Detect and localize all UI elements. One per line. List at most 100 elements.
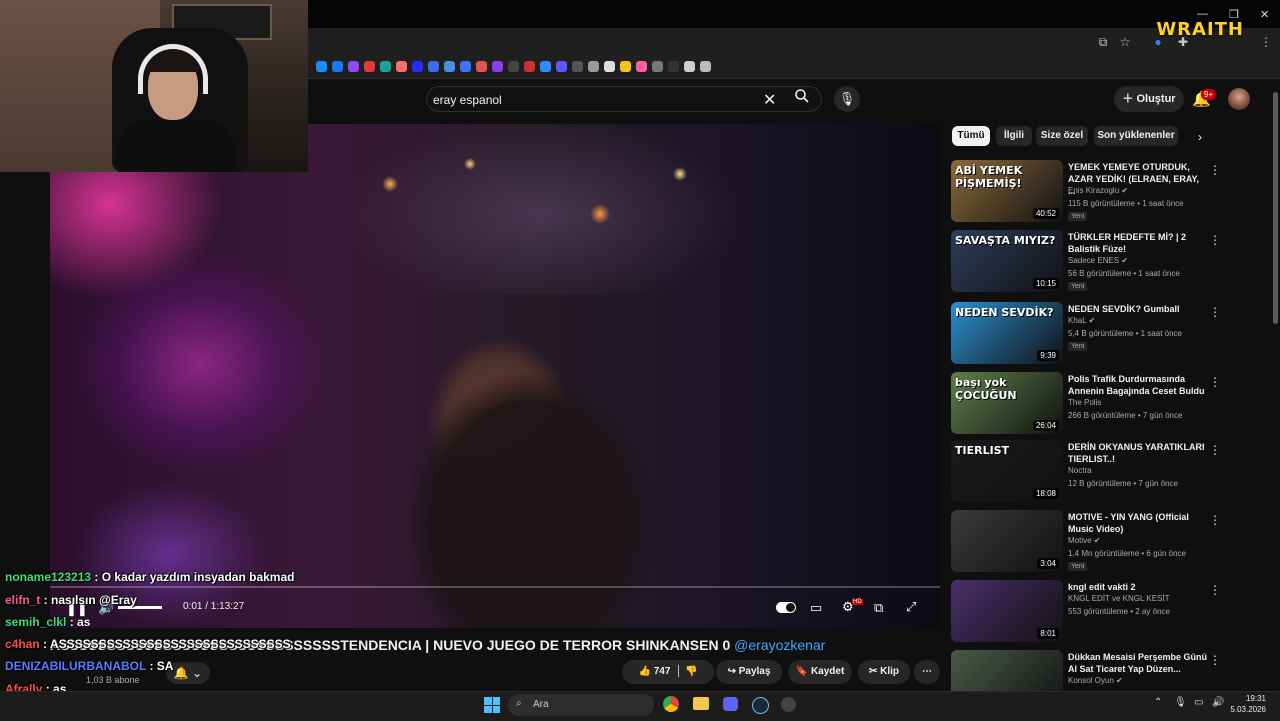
bookmark-icon[interactable]	[684, 61, 695, 72]
bookmark-icon[interactable]	[652, 61, 663, 72]
recommendation-thumbnail[interactable]: 8:01	[951, 580, 1063, 642]
search-box[interactable]: eray espanol ✕	[426, 86, 822, 112]
sidebar-scrollbar[interactable]	[1273, 92, 1278, 324]
recommendation-channel[interactable]: KNGL EDİT ve KNGL KESİT	[1068, 594, 1170, 603]
recommendation-title[interactable]: DERİN OKYANUS YARATIKLARI TIERLIST..!	[1068, 441, 1208, 465]
recommendation-title[interactable]: NEDEN SEVDİK? Gumball	[1068, 303, 1208, 315]
browser-menu-icon[interactable]: ⋮	[1258, 34, 1274, 50]
recommendation-card[interactable]: TIERLIST 18:08 DERİN OKYANUS YARATIKLARI T…	[951, 440, 1271, 504]
chip-for-you[interactable]: Size özel	[1036, 126, 1088, 146]
create-button[interactable]: ＋ Oluştur	[1114, 86, 1184, 112]
taskbar-clock[interactable]: 19:31 5.03.2026	[1230, 693, 1266, 715]
recommendation-menu-icon[interactable]: ⋮	[1209, 443, 1221, 457]
clip-button[interactable]: ✂ Klip	[858, 660, 910, 684]
bookmark-icon[interactable]	[636, 61, 647, 72]
tray-chevron-icon[interactable]: ⌃	[1154, 697, 1162, 708]
chat-username[interactable]: semih_clkl	[5, 615, 66, 629]
video-player[interactable]	[50, 124, 940, 628]
recommendation-menu-icon[interactable]: ⋮	[1209, 513, 1221, 527]
bookmark-icon[interactable]	[316, 61, 327, 72]
bookmark-icon[interactable]	[492, 61, 503, 72]
recommendation-title[interactable]: MOTIVE - YIN YANG (Official Music Video)	[1068, 511, 1208, 535]
recommendation-card[interactable]: ABİ YEMEK PİŞMEMİŞ! 40:52 YEMEK YEMEYE OTU…	[951, 160, 1271, 224]
video-title-handle-link[interactable]: @erayozkenar	[734, 637, 825, 653]
bookmark-icon[interactable]	[620, 61, 631, 72]
recommendation-menu-icon[interactable]: ⋮	[1209, 305, 1221, 319]
chat-username[interactable]: elifn_t	[5, 593, 40, 607]
chat-username[interactable]: DENIZABILURBANABOL	[5, 659, 146, 673]
tray-volume-icon[interactable]: 🔊	[1212, 697, 1224, 708]
clear-search-icon[interactable]: ✕	[763, 90, 776, 110]
recommendation-channel[interactable]: Enis Kirazoglu ✔	[1068, 186, 1128, 195]
taskbar-search-box[interactable]: ⌕ Ara	[508, 694, 654, 716]
search-input[interactable]: eray espanol	[433, 93, 502, 107]
more-actions-button[interactable]: ⋯	[914, 660, 940, 684]
recommendation-thumbnail[interactable]: 3:04	[951, 510, 1063, 572]
file-explorer-taskbar-icon[interactable]	[693, 697, 709, 710]
recommendation-menu-icon[interactable]: ⋮	[1209, 233, 1221, 247]
recommendation-thumbnail[interactable]: SAVAŞTA MIYIZ? 10:15	[951, 230, 1063, 292]
like-icon[interactable]: 👍	[639, 666, 651, 677]
recommendation-channel[interactable]: Noctra	[1068, 466, 1092, 475]
bookmark-twitch-icon[interactable]	[348, 61, 359, 72]
video-progress-bar[interactable]	[50, 586, 940, 588]
install-app-icon[interactable]: ⧉	[1095, 34, 1111, 50]
save-button[interactable]: 🔖 Kaydet	[788, 660, 852, 684]
bookmark-icon[interactable]	[444, 61, 455, 72]
recommendation-title[interactable]: TÜRKLER HEDEFTE Mİ? | 2 Balistik Füze!	[1068, 231, 1208, 255]
chips-next-chevron-icon[interactable]: ›	[1198, 130, 1202, 144]
chrome-taskbar-icon[interactable]	[663, 696, 679, 712]
chip-related[interactable]: İlgili	[996, 126, 1032, 146]
windows-start-icon[interactable]	[484, 697, 500, 713]
chip-all[interactable]: Tümü	[952, 126, 990, 146]
recommendation-thumbnail[interactable]: ABİ YEMEK PİŞMEMİŞ! 40:52	[951, 160, 1063, 222]
bookmark-icon[interactable]	[604, 61, 615, 72]
recommendation-menu-icon[interactable]: ⋮	[1209, 163, 1221, 177]
bookmark-icon[interactable]	[540, 61, 551, 72]
recommendation-channel[interactable]: The Polis	[1068, 398, 1101, 407]
bookmark-icon[interactable]	[556, 61, 567, 72]
close-window-icon[interactable]: ✕	[1260, 8, 1269, 21]
recommendation-menu-icon[interactable]: ⋮	[1209, 653, 1221, 667]
recommendation-card[interactable]: NEDEN SEVDİK? 9:39 NEDEN SEVDİK? Gumball Kh…	[951, 302, 1271, 366]
tray-microphone-icon[interactable]: 🎙	[1174, 697, 1187, 708]
recommendation-menu-icon[interactable]: ⋮	[1209, 583, 1221, 597]
recommendation-thumbnail[interactable]: başı yok ÇOCUĞUN 26:04	[951, 372, 1063, 434]
tray-network-icon[interactable]: ▭	[1194, 697, 1203, 708]
bookmark-icon[interactable]	[364, 61, 375, 72]
discord-taskbar-icon[interactable]	[723, 697, 738, 711]
recommendation-thumbnail[interactable]: TIERLIST 18:08	[951, 440, 1063, 502]
recommendation-title[interactable]: Dükkan Mesaisi Perşembe Günü Al Sat Tica…	[1068, 651, 1208, 675]
recommendation-title[interactable]: Polis Trafik Durdurmasında Annenin Bagaj…	[1068, 373, 1208, 397]
recommendation-channel[interactable]: Konsol Oyun ✔	[1068, 676, 1123, 685]
steam-taskbar-icon[interactable]	[752, 697, 769, 714]
bookmark-facebook-icon[interactable]	[332, 61, 343, 72]
chat-username[interactable]: noname123213	[5, 570, 91, 584]
account-avatar[interactable]	[1228, 88, 1250, 110]
like-dislike-group[interactable]: 👍 747 │ 👎	[622, 660, 714, 684]
recommendation-channel[interactable]: Motive ✔	[1068, 536, 1101, 545]
recommendation-card[interactable]: 3:04 MOTIVE - YIN YANG (Official Music Vi…	[951, 510, 1271, 574]
fullscreen-icon[interactable]: ⤢	[906, 599, 916, 615]
bookmark-icon[interactable]	[380, 61, 391, 72]
recommendation-menu-icon[interactable]: ⋮	[1209, 375, 1221, 389]
recommendation-card[interactable]: SAVAŞTA MIYIZ? 10:15 TÜRKLER HEDEFTE Mİ? |…	[951, 230, 1271, 294]
bookmark-icon[interactable]	[460, 61, 471, 72]
recommendation-channel[interactable]: KhaL ✔	[1068, 316, 1095, 325]
bookmark-icon[interactable]	[428, 61, 439, 72]
dislike-icon[interactable]: 👎	[685, 666, 697, 677]
bookmark-icon[interactable]	[476, 61, 487, 72]
bookmark-icon[interactable]	[508, 61, 519, 72]
chip-recently-uploaded[interactable]: Son yüklenenler	[1094, 126, 1178, 146]
recommendation-title[interactable]: kngl edit vakti 2	[1068, 581, 1208, 593]
voice-search-button[interactable]: 🎙	[834, 86, 860, 112]
bookmark-star-icon[interactable]: ☆	[1117, 34, 1133, 50]
recommendation-card[interactable]: 8:01 kngl edit vakti 2 KNGL EDİT ve KNGL K…	[951, 580, 1271, 644]
bookmark-icon[interactable]	[588, 61, 599, 72]
bookmark-icon[interactable]	[572, 61, 583, 72]
bookmark-icon[interactable]	[668, 61, 679, 72]
bookmark-icon[interactable]	[524, 61, 535, 72]
recommendation-channel[interactable]: Sadece ENES ✔	[1068, 256, 1128, 265]
share-button[interactable]: ↪ Paylaş	[716, 660, 782, 684]
bookmark-icon[interactable]	[700, 61, 711, 72]
